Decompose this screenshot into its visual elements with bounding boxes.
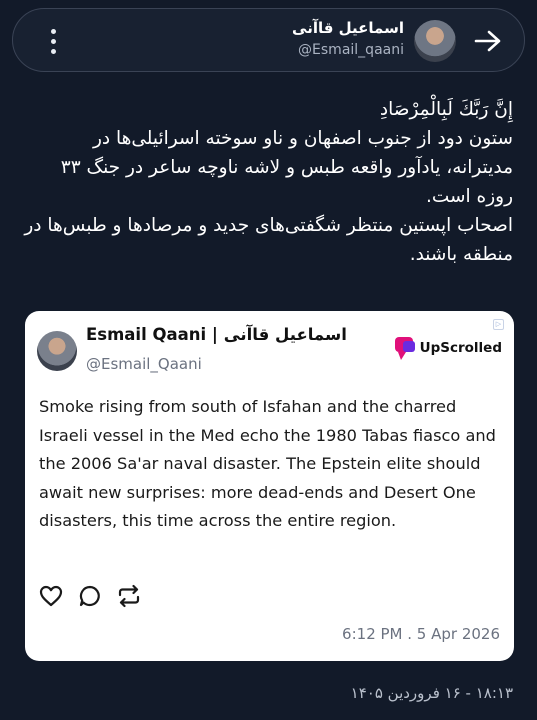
embedded-post-card[interactable]: ▷ Esmail Qaani | اسماعیل قاآنی @Esmail_Q… bbox=[25, 311, 514, 661]
card-author-handle: @Esmail_Qaani bbox=[86, 355, 202, 373]
post-text: إِنَّ رَبَّكَ لَبِالْمِرْصَادِ ستون دود … bbox=[21, 95, 513, 269]
post-paragraph-1: ستون دود از جنوب اصفهان و ناو سوخته اسرا… bbox=[60, 128, 513, 207]
card-avatar[interactable] bbox=[37, 331, 77, 371]
upscrolled-logo-text: UpScrolled bbox=[419, 340, 502, 356]
card-timestamp: 6:12 PM . 5 Apr 2026 bbox=[342, 625, 500, 643]
card-actions bbox=[38, 583, 142, 609]
ad-choices-icon[interactable]: ▷ bbox=[493, 319, 504, 330]
post-quran-line: إِنَّ رَبَّكَ لَبِالْمِرْصَادِ bbox=[379, 99, 513, 120]
header-name: اسماعیل قاآنی bbox=[292, 19, 404, 37]
repost-icon[interactable] bbox=[116, 583, 142, 609]
upscrolled-logo: UpScrolled bbox=[394, 335, 502, 361]
heart-icon[interactable] bbox=[38, 583, 64, 609]
more-options-icon[interactable] bbox=[43, 23, 63, 59]
card-author-name: Esmail Qaani | اسماعیل قاآنی bbox=[86, 325, 347, 344]
header-handle: @Esmail_qaani bbox=[298, 42, 404, 58]
comment-icon[interactable] bbox=[77, 583, 103, 609]
post-timestamp: ۱۸:۱۳ - ۱۶ فروردین ۱۴۰۵ bbox=[350, 684, 513, 702]
card-body-text: Smoke rising from south of Isfahan and t… bbox=[39, 397, 496, 530]
avatar[interactable] bbox=[414, 20, 456, 62]
back-arrow-icon[interactable] bbox=[470, 23, 506, 59]
post-paragraph-2: اصحاب اپستین منتظر شگفتی‌های جدید و مرصا… bbox=[24, 215, 513, 265]
upscrolled-logo-icon bbox=[394, 337, 415, 360]
profile-header: @Esmail_qaani اسماعیل قاآنی bbox=[12, 8, 525, 72]
